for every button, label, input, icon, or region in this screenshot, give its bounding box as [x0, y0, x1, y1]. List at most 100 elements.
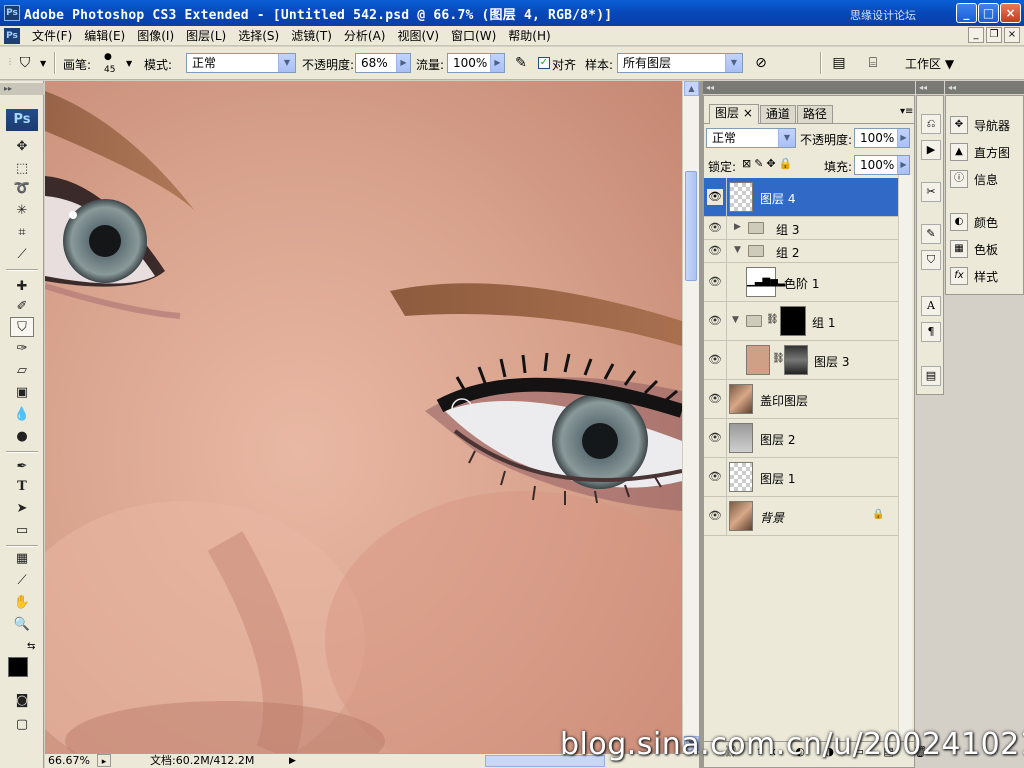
clone-source-icon[interactable]: ⛉	[921, 250, 941, 270]
adjustment-row-levels[interactable]: 👁 ▁▃▆▅▂ 色阶 1	[704, 263, 900, 302]
ignore-adjustment-layers-icon[interactable]: ⊘	[750, 53, 772, 73]
menu-file[interactable]: 文件(F)	[26, 28, 78, 44]
layer-row-3[interactable]: 👁 ⛓ 图层 3	[704, 341, 900, 380]
history-panel-icon[interactable]: ⎌	[921, 114, 941, 134]
mode-select[interactable]: 正常 ▼	[186, 53, 296, 73]
brush-dropdown-icon[interactable]: ▼	[126, 59, 132, 68]
histogram-panel-button[interactable]: ▲ 直方图	[950, 141, 1024, 163]
opacity-input[interactable]: 68% ▶	[355, 53, 411, 73]
maximize-button[interactable]: □	[978, 3, 999, 23]
tool-presets-icon[interactable]: ✂	[921, 182, 941, 202]
info-panel-button[interactable]: ⓘ 信息	[950, 168, 1024, 190]
scrollbar-thumb[interactable]	[685, 171, 697, 281]
tab-channels[interactable]: 通道	[759, 105, 796, 123]
navigator-panel-button[interactable]: ✥ 导航器	[950, 114, 1024, 136]
menu-analysis[interactable]: 分析(A)	[338, 28, 392, 44]
fill-input[interactable]: 100% ▶	[854, 155, 910, 175]
tab-paths[interactable]: 路径	[796, 105, 833, 123]
tool-preset-dropdown-icon[interactable]: ▼	[40, 59, 46, 68]
strip-dock-header[interactable]: ◂◂	[916, 81, 944, 94]
menu-filter[interactable]: 滤镜(T)	[285, 28, 338, 44]
screen-mode-icon[interactable]: ▢	[10, 715, 34, 735]
history-brush-tool-icon[interactable]: ✑	[10, 339, 34, 359]
palette-well-icon[interactable]: ▤	[828, 53, 850, 73]
doc-restore-button[interactable]: ❐	[986, 27, 1002, 43]
layer-row-1[interactable]: 👁 图层 1	[704, 458, 900, 497]
layer-row-background[interactable]: 👁 背景 🔒	[704, 497, 900, 536]
brush-size[interactable]: 45	[104, 65, 115, 75]
rectangle-tool-icon[interactable]: ▭	[10, 521, 34, 541]
eye-icon[interactable]: 👁	[707, 352, 723, 368]
brush-tool-icon[interactable]: ✐	[10, 297, 34, 317]
layer-opacity-input[interactable]: 100% ▶	[854, 128, 910, 148]
hand-tool-icon[interactable]: ✋	[10, 593, 34, 613]
dodge-tool-icon[interactable]: ●	[10, 427, 34, 447]
zoom-tool-icon[interactable]: 🔍	[10, 615, 34, 635]
path-selection-tool-icon[interactable]: ➤	[10, 499, 34, 519]
lasso-tool-icon[interactable]: ➰	[10, 179, 34, 199]
airbrush-icon[interactable]: ✎	[510, 53, 532, 73]
notes-panel-icon[interactable]: ▤	[921, 366, 941, 386]
eye-icon[interactable]: 👁	[707, 220, 723, 236]
document-canvas[interactable]	[45, 81, 682, 753]
clone-stamp-tool-preset-icon[interactable]: ⛉	[14, 53, 36, 73]
color-panel-button[interactable]: ◐ 颜色	[950, 211, 1024, 233]
eye-icon[interactable]: 👁	[707, 430, 723, 446]
clone-stamp-tool-icon[interactable]: ⛉	[10, 317, 34, 337]
go-to-bridge-icon[interactable]: ⌸	[862, 53, 884, 73]
layer-row-4[interactable]: 👁 图层 4	[704, 178, 900, 217]
group-row-1[interactable]: 👁 ▼ ⛓ 组 1	[704, 302, 900, 341]
healing-brush-tool-icon[interactable]: ✚	[10, 277, 34, 297]
menu-image[interactable]: 图像(I)	[131, 28, 180, 44]
magic-wand-tool-icon[interactable]: ✳	[10, 201, 34, 221]
tab-layers[interactable]: 图层 ×	[709, 104, 759, 124]
eyedropper-sample-tool-icon[interactable]: ⟋	[10, 571, 34, 591]
zoom-level[interactable]: 66.67%	[48, 754, 90, 768]
link-icon[interactable]: ⛓	[772, 353, 785, 364]
doc-close-button[interactable]: ×	[1004, 27, 1020, 43]
eraser-tool-icon[interactable]: ▱	[10, 361, 34, 381]
quick-mask-icon[interactable]: ◙	[10, 691, 34, 711]
menu-view[interactable]: 视图(V)	[391, 28, 445, 44]
right-dock-header[interactable]: ◂◂	[945, 81, 1024, 94]
character-panel-icon[interactable]: A	[921, 296, 941, 316]
aligned-checkbox[interactable]: ✓	[538, 57, 550, 69]
marquee-tool-icon[interactable]: ⬚	[10, 159, 34, 179]
styles-panel-button[interactable]: fx 样式	[950, 265, 1024, 287]
eye-icon[interactable]: 👁	[707, 313, 723, 329]
close-button[interactable]: ×	[1000, 3, 1021, 23]
toolbox-collapse-grip[interactable]: ▸▸	[0, 83, 44, 95]
collapse-triangle-icon[interactable]: ▼	[732, 315, 739, 325]
eye-icon[interactable]: 👁	[707, 508, 723, 524]
status-menu-icon[interactable]: ▸	[97, 754, 111, 767]
menu-edit[interactable]: 编辑(E)	[78, 28, 131, 44]
canvas-vertical-scrollbar[interactable]: ▲ ▼	[682, 81, 699, 753]
layer-row-stamp[interactable]: 👁 盖印图层	[704, 380, 900, 419]
group-row-3[interactable]: 👁 ▶ 组 3	[704, 217, 900, 240]
workspace-menu[interactable]: 工作区 ▼	[905, 55, 954, 72]
layers-dock-header[interactable]: ◂◂	[703, 81, 915, 94]
brushes-panel-icon[interactable]: ✎	[921, 224, 941, 244]
blur-tool-icon[interactable]: 💧	[10, 405, 34, 425]
eye-icon[interactable]: 👁	[707, 189, 723, 205]
eye-icon[interactable]: 👁	[707, 243, 723, 259]
swap-colors-icon[interactable]: ⇆	[27, 641, 35, 652]
options-grip[interactable]: ⋮	[6, 57, 14, 66]
scroll-up-icon[interactable]: ▲	[684, 81, 699, 96]
blend-mode-select[interactable]: 正常 ▼	[706, 128, 796, 148]
layers-scrollbar[interactable]	[898, 175, 912, 735]
collapse-triangle-icon[interactable]: ▼	[734, 245, 741, 255]
flow-input[interactable]: 100% ▶	[447, 53, 505, 73]
notes-tool-icon[interactable]: ▦	[10, 549, 34, 569]
swatches-panel-button[interactable]: ▦ 色板	[950, 238, 1024, 260]
gradient-tool-icon[interactable]: ▣	[10, 383, 34, 403]
pen-tool-icon[interactable]: ✒	[10, 457, 34, 477]
link-icon[interactable]: ⛓	[766, 314, 779, 325]
brush-dot-icon[interactable]: ●	[104, 52, 112, 62]
menu-select[interactable]: 选择(S)	[232, 28, 285, 44]
group-row-2[interactable]: 👁 ▼ 组 2	[704, 240, 900, 263]
doc-minimize-button[interactable]: _	[968, 27, 984, 43]
eye-icon[interactable]: 👁	[707, 391, 723, 407]
lock-icons[interactable]: ⊠✎✥🔒	[742, 157, 795, 170]
expand-triangle-icon[interactable]: ▶	[734, 222, 741, 232]
